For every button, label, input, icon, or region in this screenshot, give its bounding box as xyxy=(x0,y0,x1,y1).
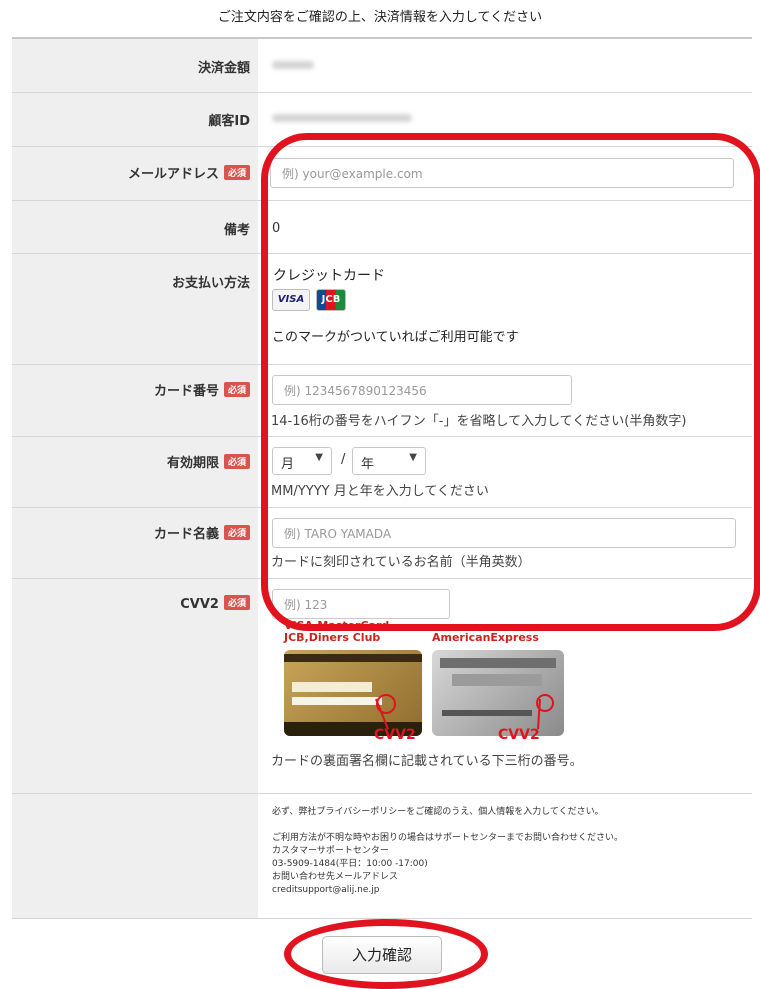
row-email: メールアドレス 必須 例) your@example.com xyxy=(12,147,752,201)
privacy-cell: 必ず、弊社プライバシーポリシーをご確認のうえ、個人情報を入力してください。 ご利… xyxy=(258,794,752,918)
required-badge: 必須 xyxy=(223,454,250,469)
cvv-help: カードの裏面署名欄に記載されている下三桁の番号。 xyxy=(271,754,583,769)
cvv-label-cell: CVV2 必須 xyxy=(12,579,258,793)
row-card-name: カード名義 必須 例) TARO YAMADA カードに刻印されているお名前（半角… xyxy=(12,508,752,579)
cvv-label: CVV2 xyxy=(180,597,219,612)
payment-label: お支払い方法 xyxy=(12,254,258,364)
cvv-caption-left-2: JCB,Diners Club xyxy=(284,631,381,644)
expiry-cell: 月 ▼ / 年 ▼ MM/YYYY 月と年を入力してください xyxy=(258,437,752,507)
email-cell: 例) your@example.com xyxy=(258,147,752,200)
email-field[interactable]: 例) your@example.com xyxy=(270,158,734,188)
intro-text: ご注文内容をご確認の上、決済情報を入力してください xyxy=(217,10,543,25)
amount-value xyxy=(258,39,752,92)
support-email: creditsupport@alij.ne.jp xyxy=(272,885,380,895)
jcb-icon: JCB xyxy=(316,289,346,311)
amount-label: 決済金額 xyxy=(12,39,258,92)
row-payment-method: お支払い方法 クレジットカード VISA JCB このマークがついていればご利用… xyxy=(12,254,752,365)
expiry-month-value: 月 xyxy=(281,457,295,472)
support-center-name: カスタマーサポートセンター xyxy=(272,846,389,856)
card-number-cell: 例) 1234567890123456 14-16桁の番号をハイフン「-」を省略… xyxy=(258,365,752,436)
card-number-label: カード番号 xyxy=(153,384,219,399)
payment-note: このマークがついていればご利用可能です xyxy=(272,330,519,345)
card-name-label: カード名義 xyxy=(153,527,219,542)
privacy-notice: 必ず、弊社プライバシーポリシーをご確認のうえ、個人情報を入力してください。 xyxy=(272,807,604,817)
customer-id-value xyxy=(258,93,752,146)
cvv-field[interactable]: 例) 123 xyxy=(272,589,450,619)
chevron-down-icon: ▼ xyxy=(315,452,323,463)
support-notice: ご利用方法が不明な時やお困りの場合はサポートセンターまでお問い合わせください。 xyxy=(272,833,624,843)
row-privacy: 必ず、弊社プライバシーポリシーをご確認のうえ、個人情報を入力してください。 ご利… xyxy=(12,794,752,919)
row-amount: 決済金額 xyxy=(12,39,752,93)
expiry-separator: / xyxy=(341,452,346,467)
customer-id-label: 顧客ID xyxy=(12,93,258,146)
email-label: メールアドレス xyxy=(127,167,219,182)
expiry-label: 有効期限 xyxy=(166,456,219,471)
cvv-cell: 例) 123 VISA,MasterCard JCB,Diners Club A… xyxy=(258,579,752,793)
card-name-cell: 例) TARO YAMADA カードに刻印されているお名前（半角英数） xyxy=(258,508,752,578)
card-number-help: 14-16桁の番号をハイフン「-」を省略して入力してください(半角数字) xyxy=(271,414,687,429)
email-label-cell: メールアドレス 必須 xyxy=(12,147,258,200)
visa-icon: VISA xyxy=(272,289,310,311)
row-cvv: CVV2 必須 例) 123 VISA,MasterCard JCB,Diners… xyxy=(12,579,752,794)
expiry-help: MM/YYYY 月と年を入力してください xyxy=(271,484,489,499)
card-number-field[interactable]: 例) 1234567890123456 xyxy=(272,375,572,405)
card-name-field[interactable]: 例) TARO YAMADA xyxy=(272,518,736,548)
customer-id-redacted xyxy=(272,114,412,122)
payment-method-name: クレジットカード xyxy=(273,268,385,284)
support-email-label: お問い合わせ先メールアドレス xyxy=(272,872,399,882)
required-badge: 必須 xyxy=(223,525,250,540)
card-name-help: カードに刻印されているお名前（半角英数） xyxy=(271,555,531,570)
expiry-year-select[interactable]: 年 ▼ xyxy=(352,447,426,475)
chevron-down-icon: ▼ xyxy=(409,452,417,463)
expiry-month-select[interactable]: 月 ▼ xyxy=(272,447,332,475)
row-notes: 備考 0 xyxy=(12,201,752,254)
notes-label: 備考 xyxy=(12,201,258,253)
required-badge: 必須 xyxy=(223,165,250,180)
cvv-pointer-label-right: CVV2 xyxy=(498,727,540,743)
amount-redacted xyxy=(272,61,314,69)
required-badge: 必須 xyxy=(223,382,250,397)
cvv-caption-right: AmericanExpress xyxy=(432,631,539,644)
expiry-label-cell: 有効期限 必須 xyxy=(12,437,258,507)
confirm-button[interactable]: 入力確認 xyxy=(322,936,442,974)
payment-form: 決済金額 顧客ID メールアドレス 必須 例) your@example.com … xyxy=(12,37,752,919)
required-badge: 必須 xyxy=(223,595,250,610)
row-expiry: 有効期限 必須 月 ▼ / 年 ▼ MM/YYYY 月と年を入力してください xyxy=(12,437,752,508)
payment-cell: クレジットカード VISA JCB このマークがついていればご利用可能です xyxy=(258,254,752,364)
card-name-label-cell: カード名義 必須 xyxy=(12,508,258,578)
row-customer-id: 顧客ID xyxy=(12,93,752,147)
support-phone: 03-5909-1484(平日：10:00 -17:00) xyxy=(272,859,428,869)
cvv-pointer-label-left: CVV2 xyxy=(374,727,416,743)
notes-value: 0 xyxy=(272,221,281,236)
card-number-label-cell: カード番号 必須 xyxy=(12,365,258,436)
privacy-label-cell xyxy=(12,794,258,918)
expiry-year-value: 年 xyxy=(361,457,375,472)
notes-cell: 0 xyxy=(258,201,752,253)
row-card-number: カード番号 必須 例) 1234567890123456 14-16桁の番号をハイ… xyxy=(12,365,752,437)
